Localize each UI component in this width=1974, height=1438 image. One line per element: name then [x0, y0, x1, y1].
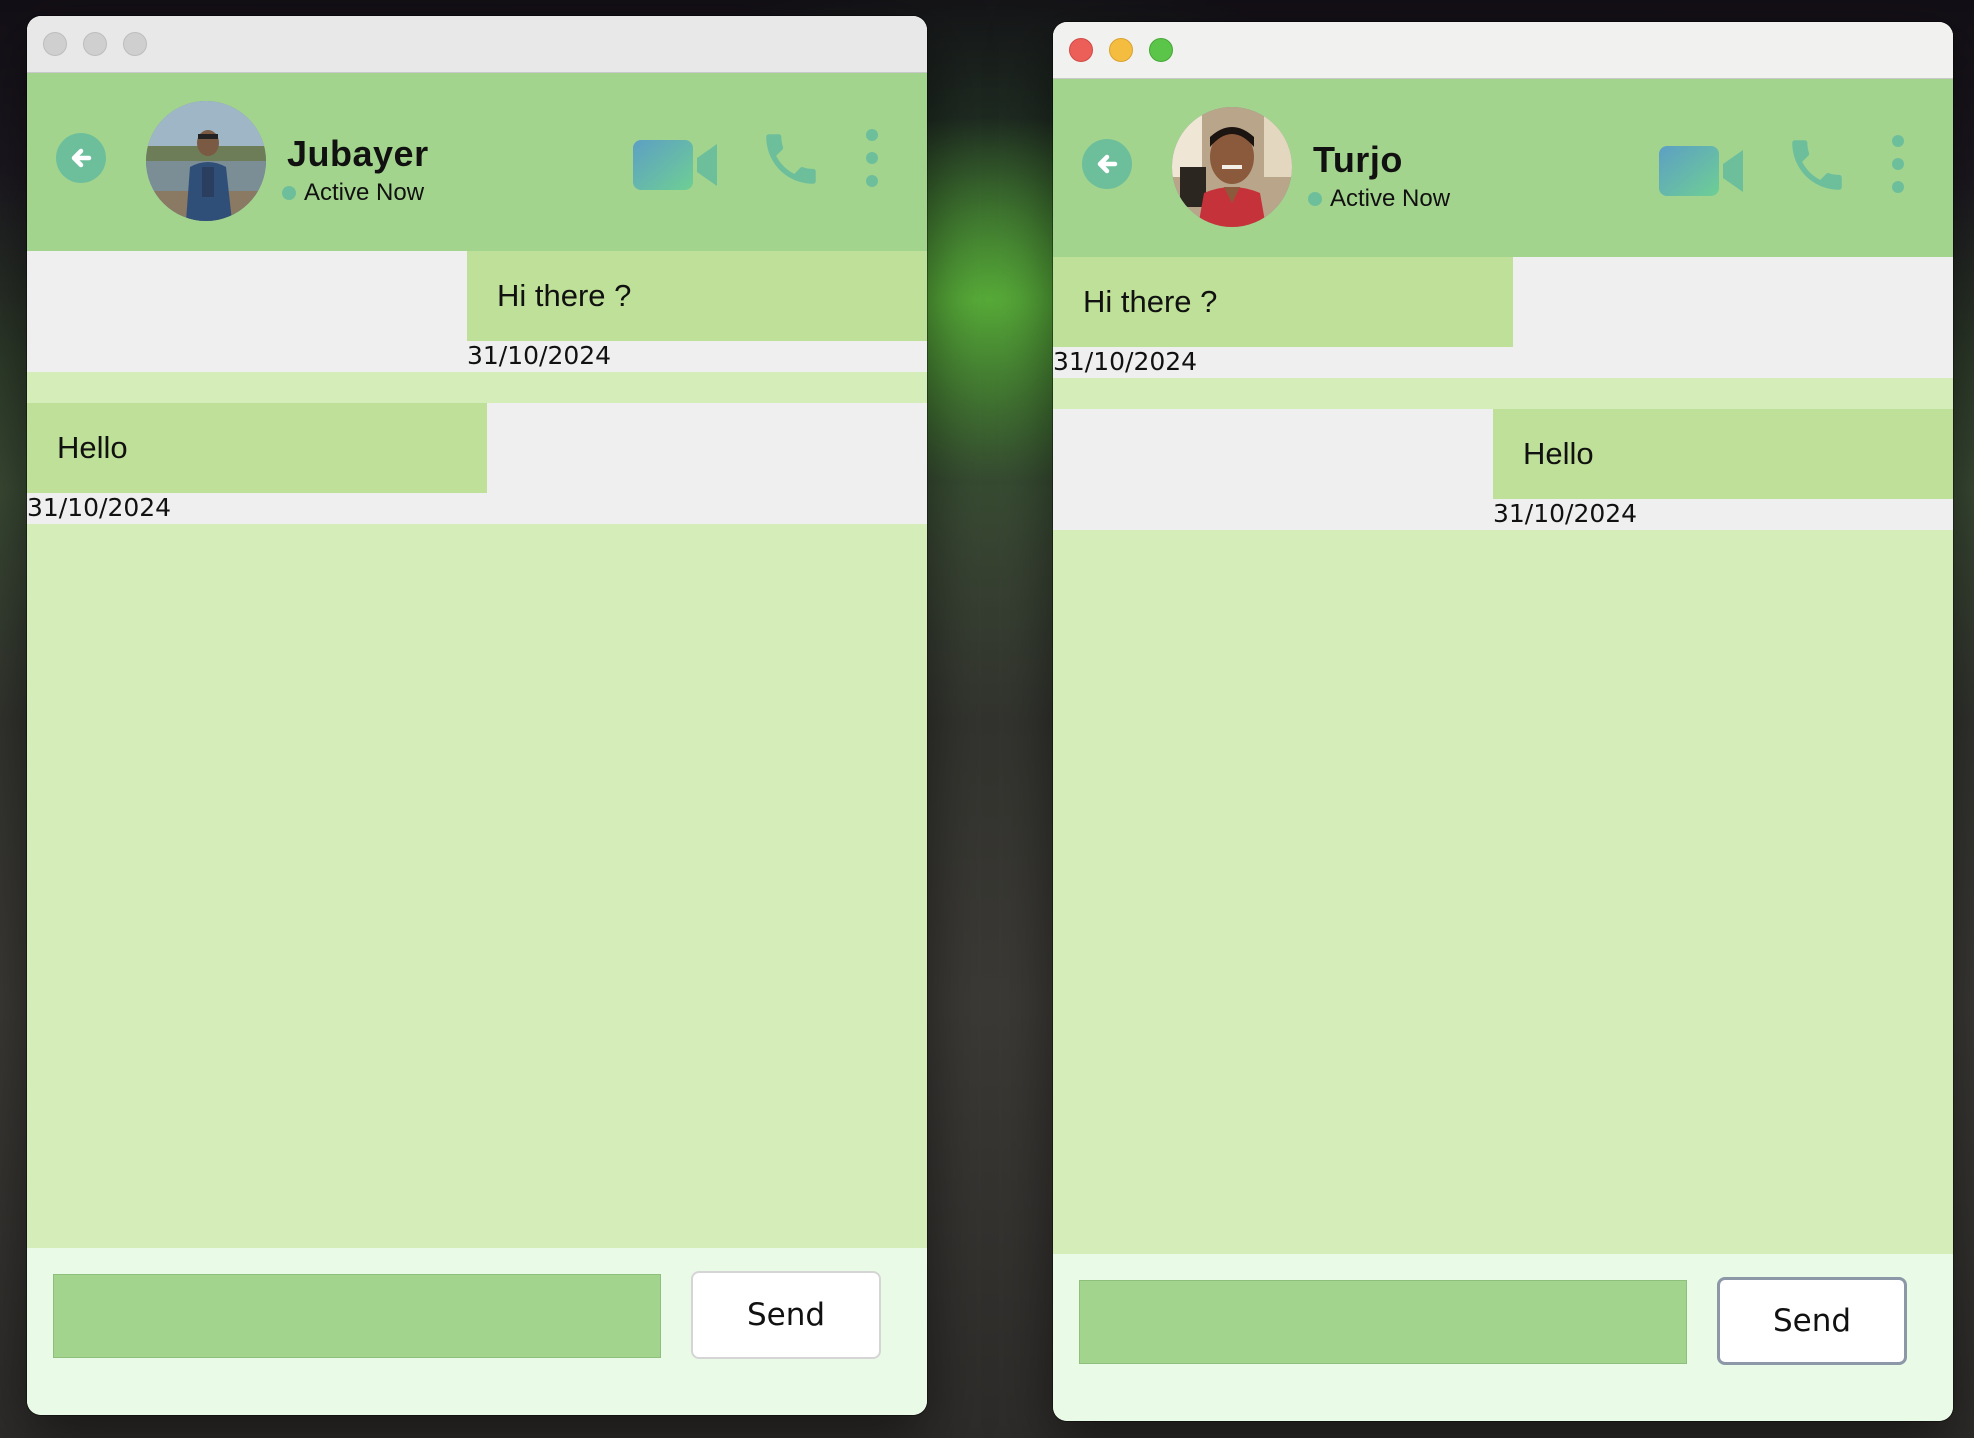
send-button[interactable]: Send: [691, 1271, 881, 1359]
message-input[interactable]: [53, 1274, 661, 1358]
contact-name: Turjo: [1313, 139, 1403, 180]
incoming-message-bubble: Hello: [27, 403, 487, 493]
more-vertical-icon: [866, 129, 878, 187]
zoom-window-button[interactable]: [123, 32, 147, 56]
composer: Send: [1053, 1254, 1953, 1421]
chat-window-jubayer: Jubayer Active Now Hi there ? 31/10/2024…: [27, 16, 927, 1415]
status-row: Active Now: [1308, 185, 1450, 213]
window-titlebar[interactable]: [1053, 22, 1953, 79]
back-arrow-icon: [71, 148, 92, 168]
window-titlebar[interactable]: [27, 16, 927, 73]
minimize-window-button[interactable]: [83, 32, 107, 56]
video-camera-icon: [1659, 146, 1743, 196]
minimize-window-button[interactable]: [1109, 38, 1133, 62]
avatar[interactable]: [146, 101, 266, 221]
online-status-dot: [282, 186, 296, 200]
more-vertical-icon: [1892, 135, 1904, 193]
message-row: Hi there ? 31/10/2024: [1053, 257, 1953, 378]
incoming-message-bubble: Hi there ?: [1053, 257, 1513, 347]
chat-header: Turjo Active Now: [1053, 79, 1953, 257]
message-row: Hi there ? 31/10/2024: [27, 251, 927, 372]
composer: Send: [27, 1248, 927, 1415]
message-list[interactable]: Hi there ? 31/10/2024 Hello 31/10/2024: [27, 251, 927, 1248]
back-arrow-icon: [1097, 154, 1118, 174]
voice-call-button[interactable]: [1782, 132, 1852, 203]
message-row: Hello 31/10/2024: [1053, 409, 1953, 530]
status-text: Active Now: [304, 179, 425, 206]
close-window-button[interactable]: [43, 32, 67, 56]
contact-name: Jubayer: [287, 133, 429, 174]
online-status-dot: [1308, 192, 1322, 206]
status-row: Active Now: [282, 179, 424, 207]
message-timestamp: 31/10/2024: [1053, 347, 1198, 376]
voice-call-button[interactable]: [756, 126, 826, 197]
more-options-button[interactable]: [864, 127, 880, 194]
message-row: Hello 31/10/2024: [27, 403, 927, 524]
status-text: Active Now: [1330, 185, 1451, 212]
video-call-button[interactable]: [1659, 144, 1745, 203]
outgoing-message-bubble: Hello: [1493, 409, 1953, 499]
message-timestamp: 31/10/2024: [27, 493, 172, 522]
avatar[interactable]: [1172, 107, 1292, 227]
video-call-button[interactable]: [633, 138, 719, 197]
zoom-window-button[interactable]: [1149, 38, 1173, 62]
outgoing-message-bubble: Hi there ?: [467, 251, 927, 341]
message-input[interactable]: [1079, 1280, 1687, 1364]
message-timestamp: 31/10/2024: [1493, 499, 1638, 528]
back-button[interactable]: [56, 133, 106, 183]
message-list[interactable]: Hi there ? 31/10/2024 Hello 31/10/2024: [1053, 257, 1953, 1254]
back-button[interactable]: [1082, 139, 1132, 189]
send-button[interactable]: Send: [1717, 1277, 1907, 1365]
message-timestamp: 31/10/2024: [467, 341, 612, 370]
phone-icon: [766, 134, 816, 184]
video-camera-icon: [633, 140, 717, 190]
more-options-button[interactable]: [1890, 133, 1906, 200]
chat-window-turjo: Turjo Active Now Hi there ? 31/10/2024 H…: [1053, 22, 1953, 1421]
close-window-button[interactable]: [1069, 38, 1093, 62]
chat-header: Jubayer Active Now: [27, 73, 927, 251]
phone-icon: [1792, 140, 1842, 190]
